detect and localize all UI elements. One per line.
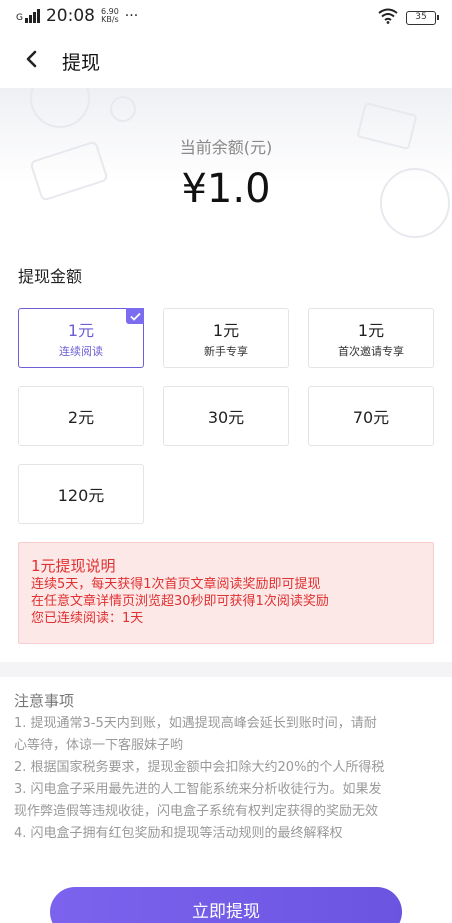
decor-wallet-icon <box>30 88 90 128</box>
amount-option-2[interactable]: 2元 <box>18 386 144 446</box>
back-button[interactable] <box>18 48 44 74</box>
page-title: 提现 <box>62 52 101 74</box>
more-indicator: ··· <box>124 8 139 24</box>
amount-option-1-first-invite[interactable]: 1元 首次邀请专享 <box>308 308 434 368</box>
nav-bar: 提现 <box>0 34 452 88</box>
balance-value: ¥1.0 <box>181 166 271 212</box>
explanation-title: 1元提现说明 <box>31 557 116 575</box>
net-speed: 6.90 KB/s <box>101 8 119 24</box>
note-line: 心等待，体谅一下客服妹子哟 <box>14 738 184 753</box>
option-amount: 1元 <box>67 321 95 340</box>
battery-icon: 35 <box>406 11 439 25</box>
option-amount: 1元 <box>357 321 385 340</box>
decor-coin-icon <box>110 96 136 122</box>
note-line: 3. 闪电盒子采用最先进的人工智能系统来分析收徒行为。如果发 <box>14 782 382 797</box>
option-amount: 70元 <box>352 408 390 427</box>
explanation-line: 连续5天，每天获得1次首页文章阅读奖励即可提现 <box>31 577 321 592</box>
note-line: 1. 提现通常3-5天内到账，如遇提现高峰会延长到账时间，请耐 <box>14 716 377 731</box>
status-time: 20:08 <box>45 6 95 26</box>
carrier-label: G <box>16 13 23 23</box>
option-amount: 1元 <box>212 321 240 340</box>
withdraw-now-button[interactable]: 立即提现 <box>50 887 402 923</box>
option-subtitle: 新手专享 <box>204 345 248 358</box>
balance-label: 当前余额(元) <box>179 138 273 157</box>
amount-option-120[interactable]: 120元 <box>18 464 144 524</box>
balance-card: 当前余额(元) ¥1.0 <box>0 88 452 248</box>
option-amount: 120元 <box>57 486 105 505</box>
option-amount: 30元 <box>207 408 245 427</box>
status-right: 35 <box>378 8 439 28</box>
chevron-left-icon <box>24 50 38 72</box>
withdraw-explanation: 1元提现说明 连续5天，每天获得1次首页文章阅读奖励即可提现 在任意文章详情页浏… <box>18 542 434 644</box>
battery-level: 35 <box>415 12 427 22</box>
notes-title: 注意事项 <box>14 692 75 710</box>
explanation-line: 您已连续阅读：1天 <box>31 611 144 626</box>
amount-option-30[interactable]: 30元 <box>163 386 289 446</box>
amount-option-70[interactable]: 70元 <box>308 386 434 446</box>
note-line: 现作弊造假等违规收徒，闪电盒子系统有权判定获得的奖励无效 <box>14 804 379 819</box>
amount-option-1-continuous-reading[interactable]: 1元 连续阅读 <box>18 308 144 368</box>
option-subtitle: 首次邀请专享 <box>338 345 404 358</box>
option-amount: 2元 <box>67 408 95 427</box>
amount-option-1-newbie[interactable]: 1元 新手专享 <box>163 308 289 368</box>
amount-section: 提现金额 1元 连续阅读 1元 新手专享 1元 首次邀请专享 2元 30元 70… <box>0 248 452 662</box>
net-speed-unit: KB/s <box>101 15 119 24</box>
explanation-line: 在任意文章详情页浏览超30秒即可获得1次阅读奖励 <box>31 594 329 609</box>
signal-icon: G <box>16 9 40 23</box>
status-left: G 20:08 6.90 KB/s ··· <box>16 6 138 26</box>
note-line: 2. 根据国家税务要求，提现金额中会扣除大约20%的个人所得税 <box>14 760 385 775</box>
wifi-icon <box>378 8 398 28</box>
note-line: 4. 闪电盒子拥有红包奖励和提现等活动规则的最终解释权 <box>14 826 343 841</box>
check-icon <box>126 308 144 324</box>
cta-area: 立即提现 <box>0 879 452 923</box>
option-subtitle: 连续阅读 <box>59 345 103 358</box>
section-title: 提现金额 <box>18 267 83 286</box>
status-bar: G 20:08 6.90 KB/s ··· 35 <box>0 0 452 34</box>
notes-section: 注意事项 1. 提现通常3-5天内到账，如遇提现高峰会延长到账时间，请耐 心等待… <box>0 677 452 879</box>
